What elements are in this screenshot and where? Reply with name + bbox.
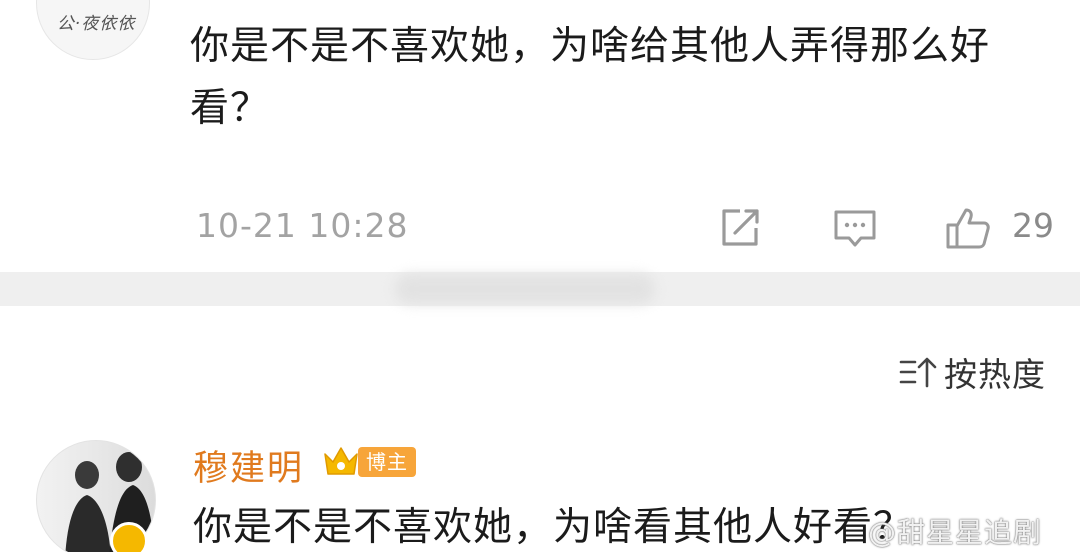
comment-text: 你是不是不喜欢她，为啥给其他人弄得那么好看？ — [190, 24, 991, 131]
avatar-text: 公·夜依依 — [57, 14, 136, 34]
like-count: 29 — [1012, 206, 1054, 245]
avatar[interactable]: 公·夜依依 — [36, 0, 150, 60]
crown-icon — [324, 447, 358, 475]
author-tag: 博主 — [358, 447, 416, 477]
comment-icon[interactable] — [831, 204, 879, 252]
comment-thread: 公·夜依依 你是不是不喜欢她，为啥给其他人弄得那么好看？ 10-21 10:28… — [0, 0, 1080, 552]
sort-icon — [899, 357, 937, 388]
section-divider — [0, 272, 1080, 306]
comment-timestamp: 10-21 10:28 — [196, 206, 409, 245]
sort-label: 按热度 — [944, 355, 1046, 394]
username[interactable]: 穆建明 — [193, 440, 304, 491]
share-icon[interactable] — [716, 204, 764, 252]
sort-by-hot-button[interactable]: 按热度 — [898, 348, 1046, 396]
watermark: @甜星星追剧 — [867, 516, 1042, 549]
blurred-area — [395, 274, 655, 304]
thumbs-up-icon[interactable] — [944, 204, 992, 252]
comment-meta-row: 10-21 10:28 29 — [0, 198, 1080, 258]
verified-badge-icon — [110, 522, 148, 552]
